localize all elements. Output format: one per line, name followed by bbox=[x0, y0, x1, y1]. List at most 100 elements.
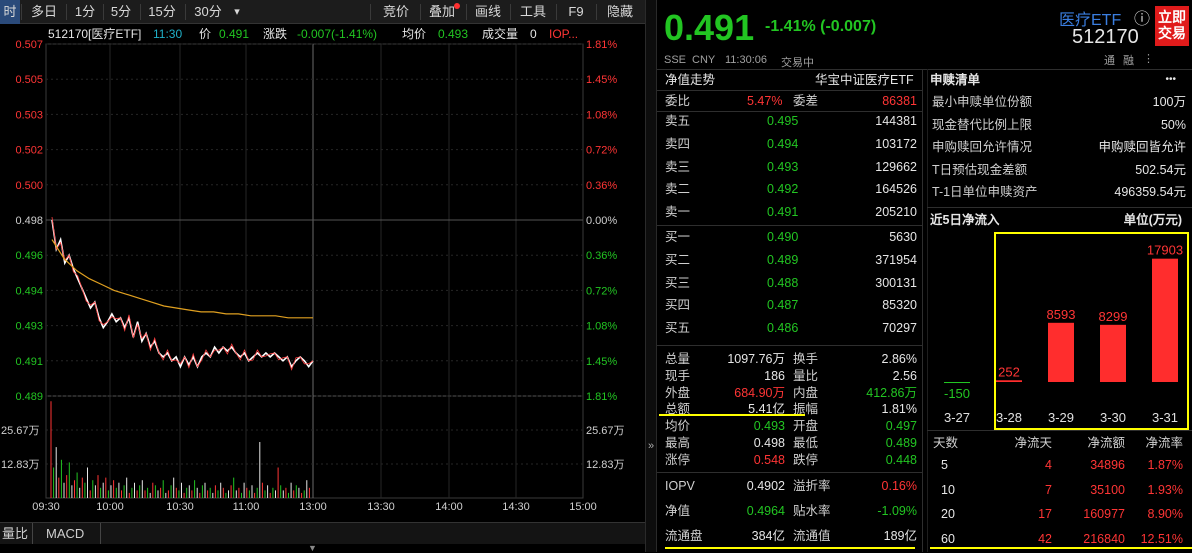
flow-cell: 42 bbox=[1038, 531, 1052, 546]
tab-auction[interactable]: 竞价 bbox=[372, 0, 420, 24]
ask-level-5[interactable]: 卖一 0.491 205210 bbox=[657, 202, 919, 222]
tab-macd[interactable]: MACD bbox=[46, 523, 84, 544]
flow-cell: 35100 bbox=[1090, 482, 1125, 497]
netflow-title: 近5日净流入 bbox=[930, 213, 1000, 227]
time-tick-label: 10:30 bbox=[166, 501, 194, 513]
more-icon[interactable]: ⋮ bbox=[1143, 52, 1154, 65]
netflow-category-label: 3-28 bbox=[996, 410, 1022, 425]
flow-column-header: 天数 bbox=[933, 436, 959, 450]
period-dropdown-icon[interactable]: ▾ bbox=[230, 0, 244, 24]
price-tick-label: 0.503 bbox=[15, 109, 43, 121]
bid-level-volume: 371954 bbox=[875, 252, 917, 267]
tab-15min[interactable]: 15分 bbox=[141, 0, 183, 24]
tab-drawline[interactable]: 画线 bbox=[468, 0, 508, 24]
weibi-value: 5.47% bbox=[747, 94, 783, 108]
ask-level-1[interactable]: 卖五 0.495 144381 bbox=[657, 111, 919, 131]
time-tick-label: 13:00 bbox=[299, 501, 327, 513]
badge-connect[interactable]: 通 bbox=[1104, 52, 1115, 68]
badge-margin[interactable]: 融 bbox=[1123, 52, 1134, 68]
ask-level-label: 卖五 bbox=[665, 114, 691, 128]
redeem-value: 496359.54元 bbox=[1114, 185, 1186, 199]
ask-level-3[interactable]: 卖三 0.493 129662 bbox=[657, 157, 919, 177]
bid-level-3[interactable]: 买三 0.488 300131 bbox=[657, 273, 919, 293]
weicha-label: 委差 bbox=[793, 94, 819, 108]
pct-tick-label: 0.36% bbox=[586, 250, 617, 262]
volume-tick-label: 25.67万 bbox=[1, 425, 40, 437]
netflow-unit: 单位(万元) bbox=[1123, 213, 1182, 227]
highlight-underline bbox=[659, 414, 805, 416]
redeem-label: T-1日单位申赎资产 bbox=[932, 185, 1038, 199]
ask-level-2[interactable]: 卖四 0.494 103172 bbox=[657, 134, 919, 154]
price-tick-label: 0.496 bbox=[15, 250, 43, 262]
netflow-value-label: 17903 bbox=[1147, 243, 1183, 258]
price-tick-label: 0.493 bbox=[15, 321, 43, 333]
intraday-chart[interactable]: 0.507 1.81% 0.505 1.45% 0.503 1.08% 0.502 0.72%… bbox=[0, 24, 645, 522]
pct-tick-label: 0.72% bbox=[586, 285, 617, 297]
redeem-row: 最小申赎单位份额 100万 bbox=[930, 92, 1188, 112]
volume-tick-label-right: 25.67万 bbox=[586, 425, 625, 437]
flow-table-header: 天数 净流天 净流额 净流率 bbox=[657, 433, 1192, 453]
pct-tick-label: 1.45% bbox=[586, 356, 617, 368]
tab-hide[interactable]: 隐藏 bbox=[598, 0, 642, 24]
bid-level-2[interactable]: 买二 0.489 371954 bbox=[657, 250, 919, 270]
weibi-label: 委比 bbox=[665, 94, 691, 108]
ask-level-volume: 129662 bbox=[875, 159, 917, 174]
bid-level-price: 0.488 bbox=[767, 275, 799, 290]
bid-level-volume: 300131 bbox=[875, 275, 917, 290]
nav-trend-title[interactable]: 净值走势 bbox=[665, 70, 715, 90]
netflow-header: 近5日净流入 单位(万元) bbox=[930, 210, 1190, 230]
price-tick-label: 0.502 bbox=[15, 145, 43, 157]
flow-cell: 5 bbox=[941, 458, 948, 472]
trade-now-button[interactable]: 立即交易 bbox=[1155, 6, 1189, 46]
netflow-bar bbox=[1100, 324, 1126, 382]
bid-level-5[interactable]: 买五 0.486 70297 bbox=[657, 318, 919, 338]
overlay-dot-icon bbox=[454, 3, 460, 9]
time-tick-label: 11:00 bbox=[233, 501, 260, 513]
netflow-value-label: 252 bbox=[998, 364, 1020, 379]
tab-intraday[interactable]: 时 bbox=[0, 0, 20, 24]
flow-cell: 7 bbox=[1045, 482, 1052, 497]
intraday-panel: 时 多日 1分 5分 15分 30分 ▾ 竞价 叠加 画线 工具 F9 隐藏 5… bbox=[0, 0, 645, 553]
tab-1min[interactable]: 1分 bbox=[68, 0, 102, 24]
tab-volume-ratio[interactable]: 量比 bbox=[0, 523, 30, 544]
highlight-underline-right bbox=[930, 547, 1192, 549]
redeem-label: 申购赎回允许情况 bbox=[932, 140, 1033, 154]
tab-5min[interactable]: 5分 bbox=[104, 0, 138, 24]
tab-tools[interactable]: 工具 bbox=[512, 0, 554, 24]
price-tick-label: 0.491 bbox=[15, 356, 43, 368]
tab-f9[interactable]: F9 bbox=[558, 0, 594, 24]
tick-line bbox=[51, 216, 314, 371]
price-tick-label: 0.489 bbox=[15, 391, 43, 403]
weibi-row: 委比 5.47% 委差 86381 bbox=[657, 91, 919, 111]
price-tick-label: 0.494 bbox=[15, 285, 43, 297]
time-tick-label: 10:00 bbox=[96, 501, 124, 513]
ask-level-price: 0.494 bbox=[767, 136, 799, 151]
bid-level-volume: 70297 bbox=[882, 321, 917, 336]
indicator-tabs: 量比 MACD bbox=[0, 522, 645, 544]
redeem-title: 申赎清单 bbox=[930, 73, 981, 87]
netflow-category-label: 3-27 bbox=[944, 410, 970, 425]
bid-level-1[interactable]: 买一 0.490 5630 bbox=[657, 227, 919, 247]
time-tick-label: 13:30 bbox=[367, 501, 395, 513]
flow-cell: 8.90% bbox=[1147, 507, 1183, 521]
flow-cell: 1.93% bbox=[1147, 482, 1183, 497]
netflow-bar bbox=[944, 382, 970, 384]
redeem-value: 502.54元 bbox=[1135, 162, 1186, 177]
flow-cell: 4 bbox=[1045, 458, 1052, 472]
redeem-value: 100万 bbox=[1152, 95, 1186, 109]
tab-multiday[interactable]: 多日 bbox=[24, 0, 64, 24]
panel-splitter[interactable]: » bbox=[645, 0, 657, 552]
nav-header: 净值走势 华宝中证医疗ETF bbox=[657, 70, 919, 90]
expand-icon[interactable]: » bbox=[648, 440, 654, 452]
tab-30min[interactable]: 30分 bbox=[186, 0, 230, 24]
bid-level-4[interactable]: 买四 0.487 85320 bbox=[657, 295, 919, 315]
redeem-row: 现金替代比例上限 50% bbox=[930, 115, 1188, 135]
ask-level-volume: 205210 bbox=[875, 205, 917, 220]
netflow-value-label: 8593 bbox=[1047, 307, 1076, 322]
ask-level-4[interactable]: 卖二 0.492 164526 bbox=[657, 179, 919, 199]
flow-table-row: 60 42 216840 12.51% bbox=[657, 529, 1192, 549]
redeem-more-icon[interactable]: ••• bbox=[1165, 70, 1176, 90]
flow-cell: 1.87% bbox=[1147, 458, 1183, 472]
redeem-row: 申购赎回允许情况 申购赎回皆允许 bbox=[930, 137, 1188, 157]
ask-level-volume: 164526 bbox=[875, 182, 917, 197]
